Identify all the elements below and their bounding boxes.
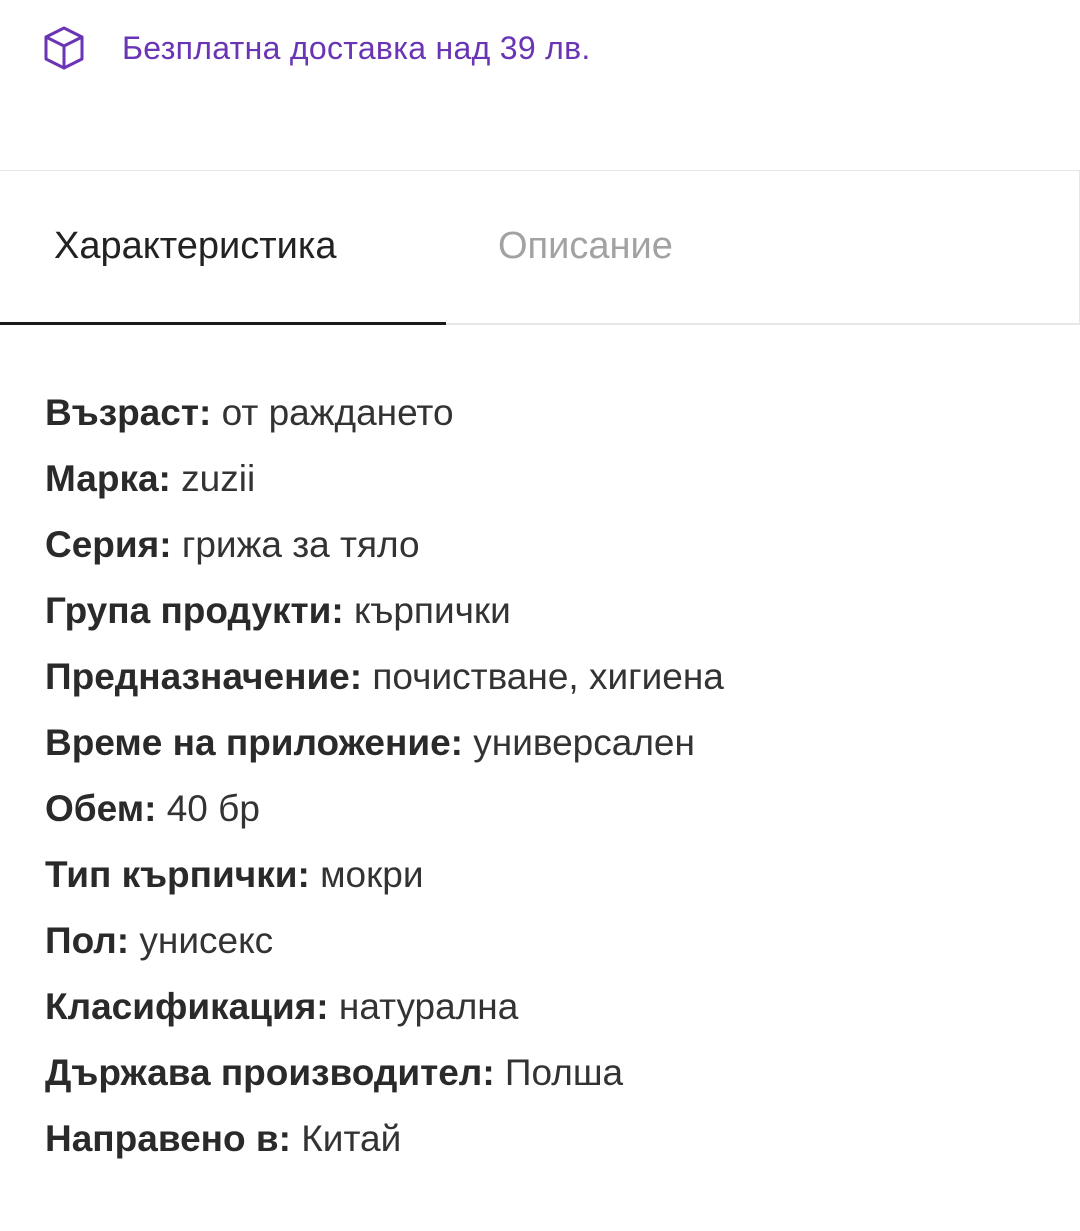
tab-characteristics[interactable]: Характеристика xyxy=(54,223,337,269)
spec-label: Време на приложение: xyxy=(45,722,463,763)
spec-value: универсален xyxy=(473,722,695,763)
spec-row-country-of-manufacturer: Държава производител: Полша xyxy=(45,1040,1045,1106)
free-shipping-banner: Безплатна доставка над 39 лв. xyxy=(40,22,591,74)
spec-label: Тип кърпички: xyxy=(45,854,310,895)
free-shipping-text: Безплатна доставка над 39 лв. xyxy=(122,29,591,66)
spec-row-product-group: Група продукти: кърпички xyxy=(45,578,1045,644)
active-tab-indicator xyxy=(0,322,446,325)
spec-label: Група продукти: xyxy=(45,590,344,631)
spec-label: Направено в: xyxy=(45,1118,291,1159)
spec-label: Марка: xyxy=(45,458,171,499)
spec-value: 40 бр xyxy=(166,788,260,829)
spec-label: Предназначение: xyxy=(45,656,363,697)
spec-value: натурална xyxy=(338,986,519,1027)
spec-label: Пол: xyxy=(45,920,130,961)
spec-row-classification: Класификация: натурална xyxy=(45,974,1045,1040)
product-tabs: Характеристика Описание xyxy=(0,170,1080,325)
spec-row-made-in: Направено в: Китай xyxy=(45,1106,1045,1172)
spec-value: кърпички xyxy=(354,590,511,631)
spec-row-purpose: Предназначение: почистване, хигиена xyxy=(45,644,1045,710)
tab-description[interactable]: Описание xyxy=(498,223,673,269)
spec-value: унисекс xyxy=(139,920,274,961)
spec-label: Държава производител: xyxy=(45,1052,495,1093)
spec-row-wipes-type: Тип кърпички: мокри xyxy=(45,842,1045,908)
spec-row-volume: Обем: 40 бр xyxy=(45,776,1045,842)
characteristics-list: Възраст: от раждането Марка: zuzii Серия… xyxy=(45,380,1045,1172)
spec-value: от раждането xyxy=(221,392,454,433)
spec-label: Възраст: xyxy=(45,392,212,433)
spec-row-brand: Марка: zuzii xyxy=(45,446,1045,512)
spec-value: грижа за тяло xyxy=(181,524,420,565)
spec-row-age: Възраст: от раждането xyxy=(45,380,1045,446)
spec-value: мокри xyxy=(320,854,424,895)
spec-row-series: Серия: грижа за тяло xyxy=(45,512,1045,578)
spec-value: почистване, хигиена xyxy=(372,656,724,697)
spec-value: Полша xyxy=(504,1052,624,1093)
spec-label: Класификация: xyxy=(45,986,329,1027)
spec-label: Обем: xyxy=(45,788,157,829)
spec-row-application-time: Време на приложение: универсален xyxy=(45,710,1045,776)
box-icon xyxy=(40,23,90,73)
spec-value: Китай xyxy=(301,1118,402,1159)
spec-row-gender: Пол: унисекс xyxy=(45,908,1045,974)
spec-label: Серия: xyxy=(45,524,172,565)
spec-value: zuzii xyxy=(181,458,256,499)
